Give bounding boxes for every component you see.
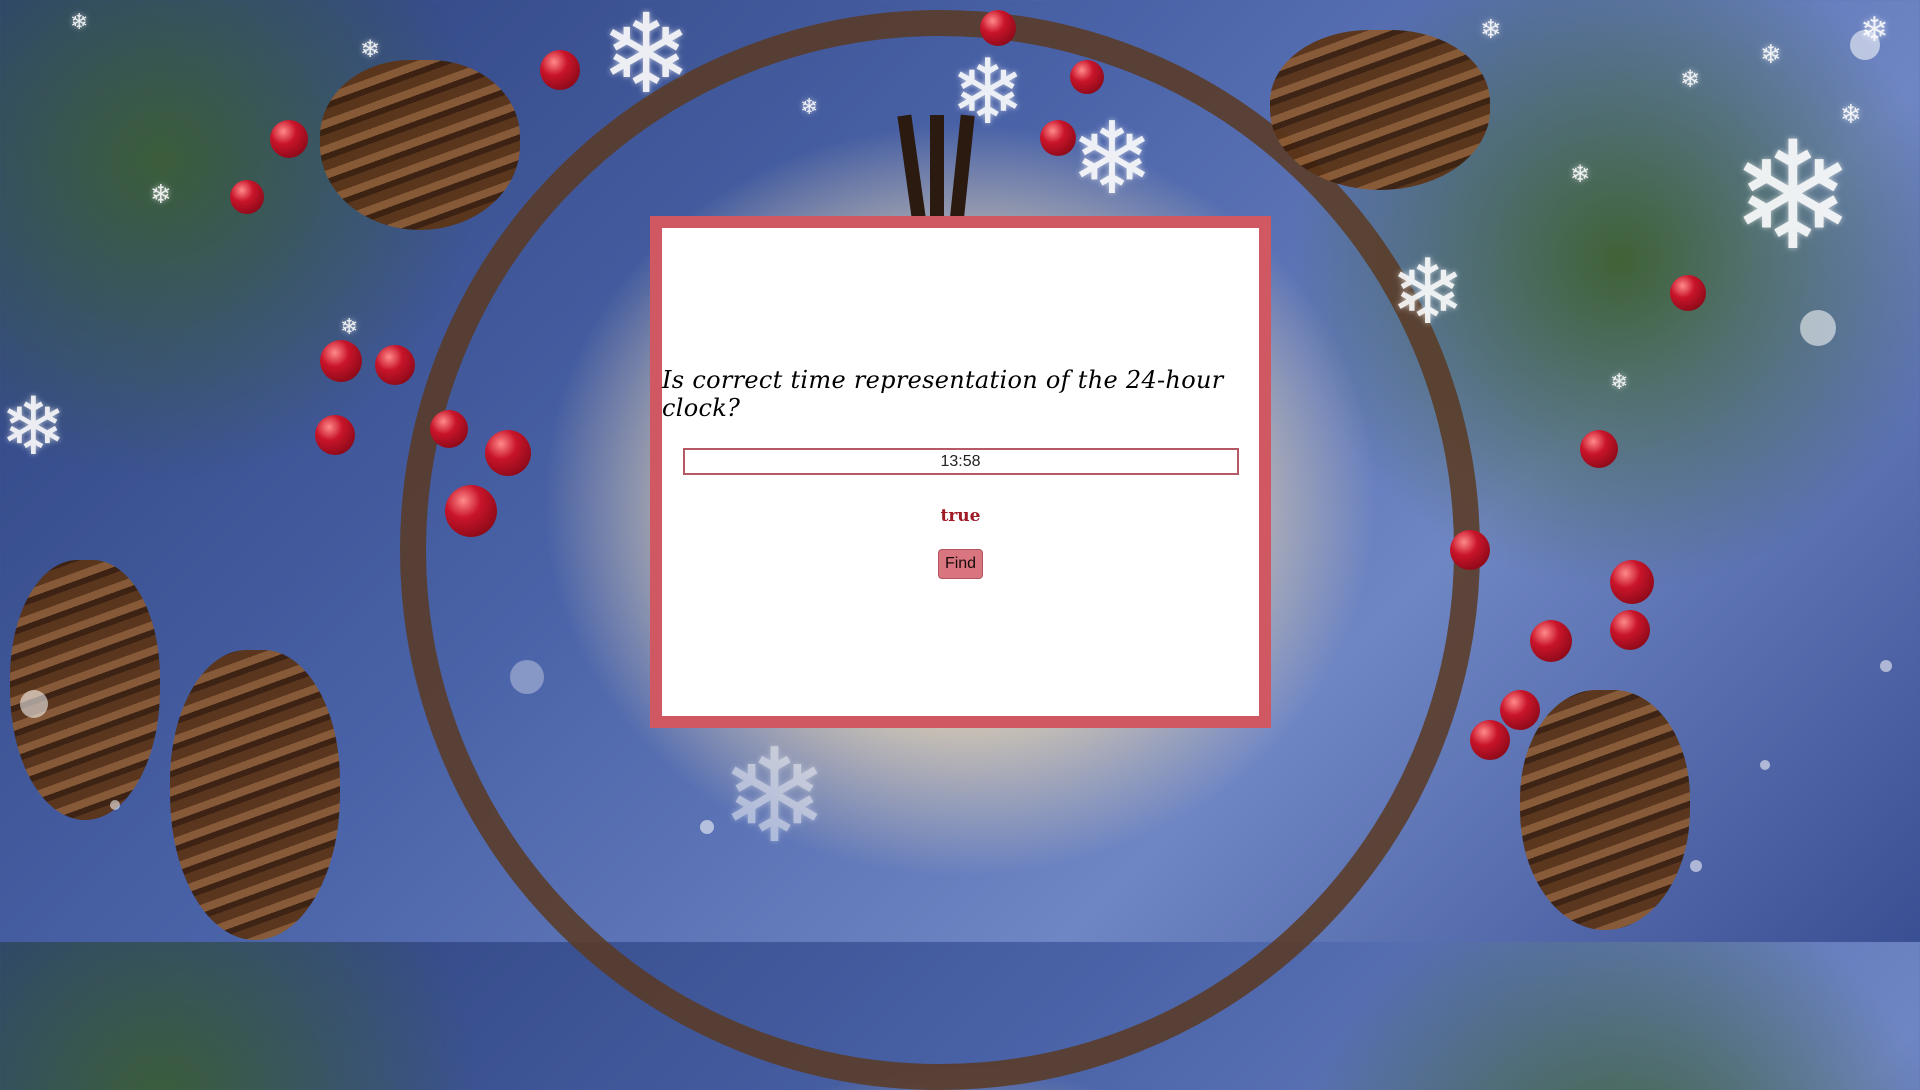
red-berry-icon <box>230 180 264 214</box>
red-berry-icon <box>1500 690 1540 730</box>
snowflake-icon: ❄ <box>150 180 172 210</box>
clock-numeral-mark <box>930 115 944 225</box>
snowflake-icon: ❄ <box>720 720 829 872</box>
snow-dot <box>1850 30 1880 60</box>
red-berry-icon <box>270 120 308 158</box>
snowflake-icon: ❄ <box>1070 100 1154 217</box>
red-berry-icon <box>485 430 531 476</box>
red-berry-icon <box>980 10 1016 46</box>
snowflake-icon: ❄ <box>70 10 89 35</box>
pine-cone-icon <box>170 650 340 940</box>
pine-cone-icon <box>1520 690 1690 930</box>
snowflake-icon: ❄ <box>1840 100 1862 130</box>
pine-cone-icon <box>10 560 160 820</box>
snowflake-icon: ❄ <box>1860 10 1889 50</box>
clock-numeral-mark <box>949 114 975 226</box>
red-berry-icon <box>1040 120 1076 156</box>
snowflake-icon: ❄ <box>800 95 819 120</box>
snowflake-icon: ❄ <box>950 40 1026 145</box>
pine-cone-icon <box>320 60 520 230</box>
snowflake-icon: ❄ <box>360 35 381 63</box>
snowflake-icon: ❄ <box>1570 160 1591 188</box>
red-berry-icon <box>1610 610 1650 650</box>
red-berry-icon <box>1610 560 1654 604</box>
snowflake-icon: ❄ <box>1390 240 1466 345</box>
red-berry-icon <box>1470 720 1510 760</box>
quiz-frame: Is correct time representation of the 24… <box>650 216 1271 728</box>
red-berry-icon <box>1580 430 1618 468</box>
red-berry-icon <box>1070 60 1104 94</box>
time-input[interactable] <box>682 448 1239 475</box>
result-text: true <box>940 506 981 526</box>
question-title: Is correct time representation of the 24… <box>662 366 1224 422</box>
snowflake-icon: ❄ <box>340 315 359 340</box>
red-berry-icon <box>430 410 468 448</box>
snow-dot <box>510 660 544 694</box>
snow-dot <box>1690 860 1702 872</box>
snowflake-icon: ❄ <box>1680 65 1701 93</box>
red-berry-icon <box>1530 620 1572 662</box>
red-berry-icon <box>540 50 580 90</box>
quiz-panel: Is correct time representation of the 24… <box>662 228 1259 716</box>
red-berry-icon <box>445 485 497 537</box>
find-button[interactable]: Find <box>937 549 984 579</box>
snowflake-icon: ❄ <box>1610 370 1629 395</box>
red-berry-icon <box>320 340 362 382</box>
snow-dot <box>1880 660 1892 672</box>
snow-dot <box>700 820 714 834</box>
snowflake-icon: ❄ <box>0 380 68 473</box>
snowflake-icon: ❄ <box>1730 110 1856 284</box>
red-berry-icon <box>1450 530 1490 570</box>
pine-cone-icon <box>1270 30 1490 190</box>
red-berry-icon <box>375 345 415 385</box>
snow-dot <box>1800 310 1836 346</box>
snow-dot <box>1760 760 1770 770</box>
red-berry-icon <box>1670 275 1706 311</box>
red-berry-icon <box>315 415 355 455</box>
snowflake-icon: ❄ <box>1480 15 1502 45</box>
clock-numeral-mark <box>897 114 927 226</box>
snowflake-icon: ❄ <box>600 0 693 118</box>
snow-dot <box>20 690 48 718</box>
snow-dot <box>110 800 120 810</box>
snowflake-icon: ❄ <box>1760 40 1782 70</box>
